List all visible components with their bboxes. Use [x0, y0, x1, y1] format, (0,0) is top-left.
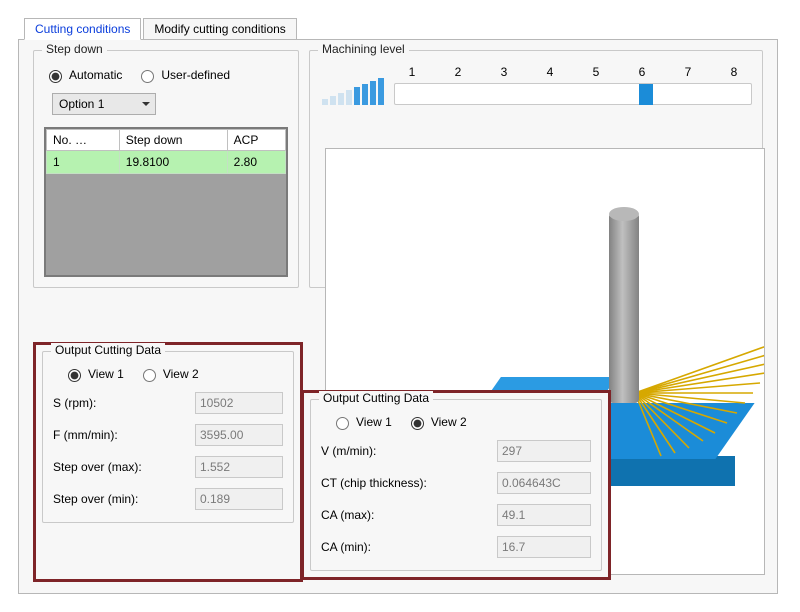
- radio-label-ocd1-view1: View 1: [88, 367, 124, 381]
- tool-cylinder: [609, 213, 639, 403]
- cell-acp: 2.80: [227, 151, 285, 174]
- radio-input-ocd2-view2[interactable]: [411, 417, 424, 430]
- value-ct-chip-thickness: 0.064643C: [497, 472, 591, 494]
- value-ca-max: 49.1: [497, 504, 591, 526]
- radio-input-automatic[interactable]: [49, 70, 62, 83]
- output-cutting-data-view2-box: Output Cutting Data View 1 View 2 V (m/m…: [301, 390, 611, 580]
- radio-label-ocd2-view2: View 2: [431, 415, 467, 429]
- label-stepover-max: Step over (max):: [53, 460, 195, 474]
- panel-cutting-conditions: Step down Automatic User-defined Option …: [18, 39, 778, 594]
- slider-ticks: 12 34 56 78: [394, 65, 752, 79]
- radio-label-automatic: Automatic: [69, 68, 122, 82]
- label-s-rpm: S (rpm):: [53, 396, 195, 410]
- legend-step-down: Step down: [42, 42, 107, 56]
- radio-input-ocd1-view1[interactable]: [68, 369, 81, 382]
- value-s-rpm: 10502: [195, 392, 283, 414]
- label-ca-max: CA (max):: [321, 508, 497, 522]
- tool-cylinder-top: [609, 207, 639, 221]
- bars-icon: [320, 79, 384, 105]
- value-f-mmmin: 3595.00: [195, 424, 283, 446]
- label-f-mmmin: F (mm/min):: [53, 428, 195, 442]
- combo-step-down-option[interactable]: Option 1: [52, 93, 156, 115]
- value-ca-min: 16.7: [497, 536, 591, 558]
- tab-modify-cutting-conditions[interactable]: Modify cutting conditions: [143, 18, 296, 40]
- radio-ocd2-view1[interactable]: View 1: [331, 414, 392, 430]
- slider-machining-level[interactable]: [394, 83, 752, 105]
- radio-ocd1-view2[interactable]: View 2: [138, 366, 199, 382]
- radio-step-down-automatic[interactable]: Automatic: [44, 67, 122, 83]
- radio-input-ocd1-view2[interactable]: [143, 369, 156, 382]
- legend-output-cutting-data-1: Output Cutting Data: [51, 343, 165, 357]
- output-cutting-data-view1-box: Output Cutting Data View 1 View 2 S (rpm…: [33, 342, 303, 582]
- col-no[interactable]: No. …: [47, 130, 120, 151]
- label-ct-chip-thickness: CT (chip thickness):: [321, 476, 497, 490]
- group-step-down: Step down Automatic User-defined Option …: [33, 50, 299, 288]
- radio-ocd1-view1[interactable]: View 1: [63, 366, 124, 382]
- radio-step-down-user-defined[interactable]: User-defined: [136, 67, 230, 83]
- radio-ocd2-view2[interactable]: View 2: [406, 414, 467, 430]
- radio-input-ocd2-view1[interactable]: [336, 417, 349, 430]
- label-v-mmin: V (m/min):: [321, 444, 497, 458]
- cell-no: 1: [47, 151, 120, 174]
- value-v-mmin: 297: [497, 440, 591, 462]
- slider-knob[interactable]: [639, 84, 653, 105]
- label-stepover-min: Step over (min):: [53, 492, 195, 506]
- label-ca-min: CA (min):: [321, 540, 497, 554]
- value-stepover-max: 1.552: [195, 456, 283, 478]
- table-row[interactable]: 1 19.8100 2.80: [47, 151, 286, 174]
- legend-machining-level: Machining level: [318, 42, 409, 56]
- radio-label-ocd2-view1: View 1: [356, 415, 392, 429]
- value-stepover-min: 0.189: [195, 488, 283, 510]
- radio-input-user-defined[interactable]: [141, 70, 154, 83]
- radio-label-ocd1-view2: View 2: [163, 367, 199, 381]
- radio-label-user-defined: User-defined: [161, 68, 230, 82]
- grid-step-down[interactable]: No. … Step down ACP 1 19.8100 2.80: [44, 127, 288, 277]
- tab-cutting-conditions[interactable]: Cutting conditions: [24, 18, 141, 40]
- cell-stepdown: 19.8100: [119, 151, 227, 174]
- col-stepdown[interactable]: Step down: [119, 130, 227, 151]
- col-acp[interactable]: ACP: [227, 130, 285, 151]
- legend-output-cutting-data-2: Output Cutting Data: [319, 391, 433, 405]
